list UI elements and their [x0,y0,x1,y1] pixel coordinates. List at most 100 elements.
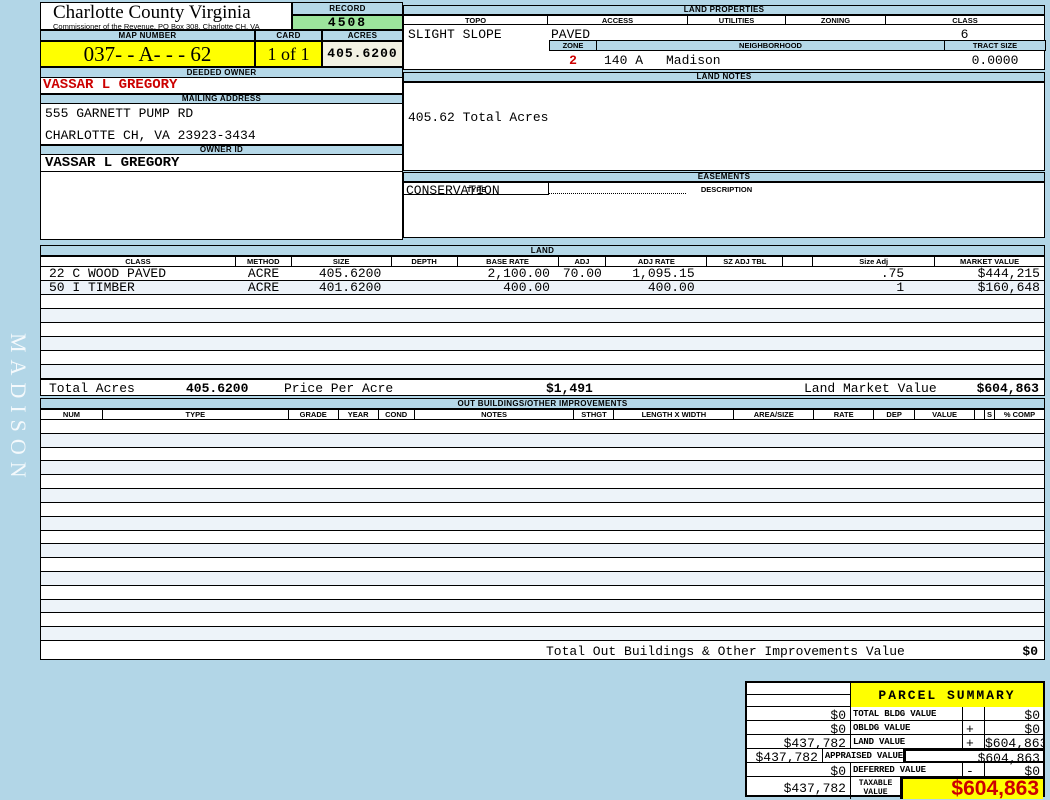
col-topo: TOPO [403,15,548,25]
deeded-owner-name: VASSAR L GREGORY [40,78,403,94]
land-col-blank [783,256,814,267]
land-col-method: METHOD [235,256,292,267]
empty-row [41,613,1044,628]
land-col-sz-adj-tbl: SZ ADJ TBL [707,256,784,267]
owner-panel-filler [40,172,403,240]
summary-left-value: $437,782 [747,777,851,799]
summary-label: DEFERRED VALUE [851,763,963,777]
empty-row [41,503,1044,517]
land-col-size: SIZE [291,256,392,267]
ob-col-grade: GRADE [288,409,339,420]
summary-label: LAND VALUE [851,735,963,749]
summary-row-land: $437,782 LAND VALUE + $604,863 [747,735,1043,749]
ob-col-cond: COND [378,409,415,420]
cell-size-adj: .75 [880,267,905,280]
col-utilities: UTILITIES [688,15,786,25]
summary-left-value: $437,782 [747,749,823,763]
land-col-base-rate: BASE RATE [457,256,559,267]
ob-col-num: NUM [41,409,103,420]
cell-adj: 70.00 [562,267,602,280]
col-zoning: ZONING [786,15,886,25]
ob-col-pct-comp: % COMP [995,409,1045,420]
summary-operator [963,707,985,721]
land-col-size-adj: Size Adj [813,256,936,267]
taxable-value-label: TAXABLE VALUE [851,777,901,799]
summary-value: $604,863 [904,749,1043,766]
empty-row [41,599,1044,614]
zone-value: 2 [569,53,577,68]
land-section-header: LAND [40,245,1045,256]
empty-row [41,571,1044,586]
summary-left-value: $0 [747,721,851,735]
cell-sz-adj-tbl [707,281,783,294]
land-note-text: 405.62 Total Acres [408,110,549,125]
acres-header: ACRES [322,30,403,41]
empty-row [41,489,1044,503]
cell-blank [783,267,813,280]
empty-row [41,475,1044,490]
land-notes-box: 405.62 Total Acres [403,82,1045,171]
table-row: 22 C WOOD PAVED ACRE 405.6200 2,100.00 7… [41,267,1044,281]
record-header: RECORD [292,2,403,15]
summary-row-taxable: $437,782 TAXABLE VALUE $604,863 [747,777,1043,799]
ob-col-type: TYPE [102,409,289,420]
col-access: ACCESS [548,15,688,25]
parcel-summary-title: PARCEL SUMMARY [851,683,1043,707]
cell-adj-rate: 1,095.15 [632,267,695,280]
topo-value: SLIGHT SLOPE [408,27,502,42]
cell-size: 401.6200 [318,281,382,294]
cell-class: 22 C WOOD PAVED [49,267,167,280]
total-acres-value: 405.6200 [186,381,249,396]
cell-adj-rate: 400.00 [647,281,695,294]
empty-row [41,420,1044,434]
empty-row [41,309,1044,323]
summary-left-value: $0 [747,707,851,721]
address-line2: CHARLOTTE CH, VA 23923-3434 [45,128,256,143]
summary-value: $0 [985,721,1043,735]
empty-row [41,461,1044,476]
empty-row [41,337,1044,351]
neighborhood-header: NEIGHBORHOOD [596,40,945,51]
land-market-value-label: Land Market Value [804,381,937,396]
empty-cell [747,683,851,695]
map-number-value: 037- - A- - - 62 [40,41,255,67]
parcel-summary-title-row: PARCEL SUMMARY [747,683,1043,707]
cell-class: 50 I TIMBER [49,281,135,294]
out-buildings-header: OUT BUILDINGS/OTHER IMPROVEMENTS [40,398,1045,409]
empty-row [41,351,1044,365]
cell-method: ACRE [247,281,280,294]
ob-col-notes: NOTES [414,409,575,420]
card-value: 1 of 1 [255,41,322,67]
ob-total-label: Total Out Buildings & Other Improvements… [546,644,905,659]
cell-depth [391,267,457,280]
address-line1: 555 GARNETT PUMP RD [45,106,194,121]
ob-col-s: S [985,409,996,420]
summary-row-obldg: $0 OBLDG VALUE + $0 [747,721,1043,735]
empty-row [41,295,1044,309]
empty-row [41,531,1044,545]
summary-operator: + [963,735,985,749]
cell-size-adj: 1 [896,281,905,294]
cell-size: 405.6200 [318,267,382,280]
ob-col-sthgt: STHGT [574,409,615,420]
easements-box: TYPE CONSERVATION DESCRIPTION [403,182,1045,238]
price-per-acre-label: Price Per Acre [284,381,394,396]
empty-row [41,365,1044,379]
tract-size-header: TRACT SIZE [944,40,1046,51]
summary-value: $604,863 [985,736,1043,749]
empty-row [41,323,1044,337]
cell-market-value: $160,648 [977,281,1040,294]
price-per-acre-value: $1,491 [546,381,593,396]
empty-row [41,627,1044,641]
mailing-address-header: MAILING ADDRESS [40,94,403,104]
zone-header: ZONE [549,40,597,51]
empty-row [41,448,1044,462]
ob-col-area-size: AREA/SIZE [734,409,815,420]
cell-blank [783,281,813,294]
cell-method: ACRE [247,267,280,280]
ob-col-rate: RATE [814,409,875,420]
land-col-market-value: MARKET VALUE [935,256,1046,267]
mailing-address-box: 555 GARNETT PUMP RD CHARLOTTE CH, VA 239… [40,104,403,145]
summary-row-deferred: $0 DEFERRED VALUE - $0 [747,763,1043,777]
neighborhood-name: Madison [666,53,721,68]
